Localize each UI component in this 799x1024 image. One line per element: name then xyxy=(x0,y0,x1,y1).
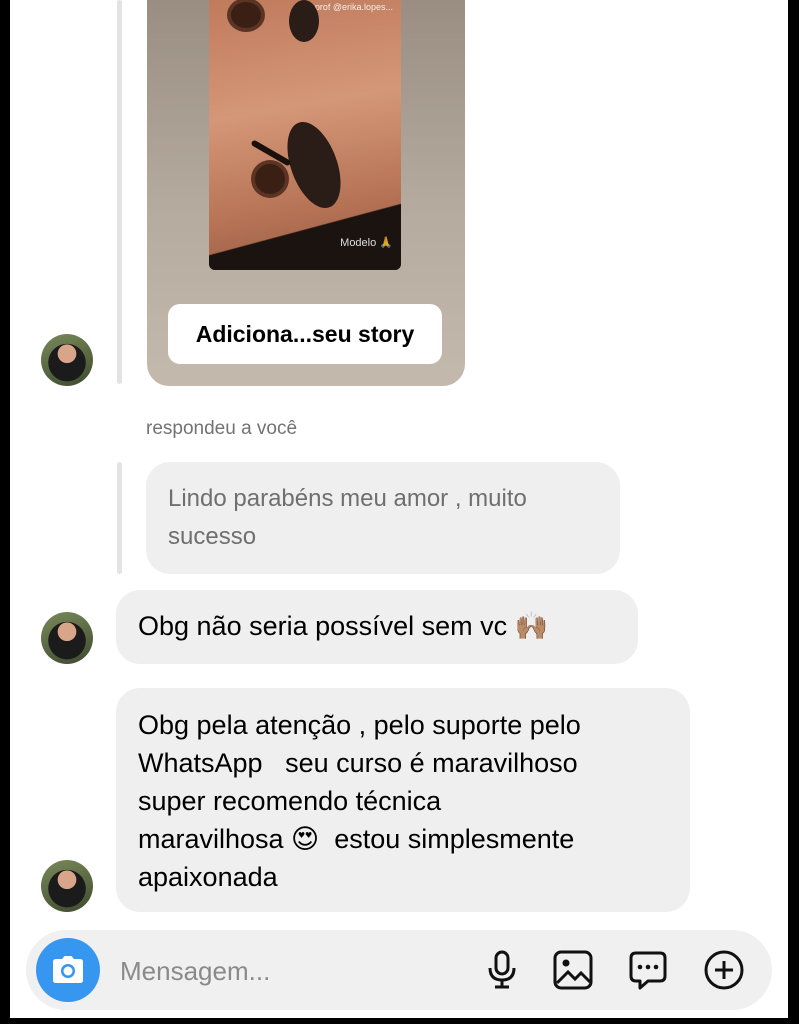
story-photo[interactable]: prof @erika.lopes... Modelo 🙏 xyxy=(209,0,401,270)
story-card[interactable]: prof @erika.lopes... Modelo 🙏 Adiciona..… xyxy=(147,0,465,386)
chat-screen: prof @erika.lopes... Modelo 🙏 Adiciona..… xyxy=(10,0,788,1018)
microphone-button[interactable] xyxy=(480,948,524,992)
story-eye-top xyxy=(231,2,261,28)
sticker-icon xyxy=(629,951,667,990)
quote-line xyxy=(117,462,122,574)
story-caption: Adiciona...seu story xyxy=(168,304,442,364)
add-icon xyxy=(704,950,744,990)
sender-avatar[interactable] xyxy=(41,612,93,664)
gallery-icon xyxy=(553,950,593,990)
sender-avatar[interactable] xyxy=(41,860,93,912)
sender-avatar[interactable] xyxy=(41,334,93,386)
story-brow-top xyxy=(289,0,319,42)
microphone-icon xyxy=(488,950,516,989)
story-eye xyxy=(255,164,285,194)
add-button[interactable] xyxy=(702,948,746,992)
story-model-label: Modelo 🙏 xyxy=(340,237,393,249)
quoted-message[interactable]: Lindo parabéns meu amor , muito sucesso xyxy=(146,462,620,574)
story-watermark: prof @erika.lopes... xyxy=(314,2,393,12)
sticker-button[interactable] xyxy=(626,948,670,992)
story-reply-line xyxy=(117,0,122,384)
message-input[interactable] xyxy=(118,950,422,992)
message-bubble[interactable]: Obg não seria possível sem vc 🙌🏽 xyxy=(116,590,638,664)
gallery-button[interactable] xyxy=(551,948,595,992)
story-hair xyxy=(209,200,401,270)
camera-icon xyxy=(53,956,83,983)
camera-button[interactable] xyxy=(36,938,100,1002)
story-lash xyxy=(250,139,292,167)
reply-label: respondeu a você xyxy=(146,418,298,439)
message-bubble[interactable]: Obg pela atenção , pelo suporte pelo Wha… xyxy=(116,688,690,912)
message-composer xyxy=(26,930,772,1010)
